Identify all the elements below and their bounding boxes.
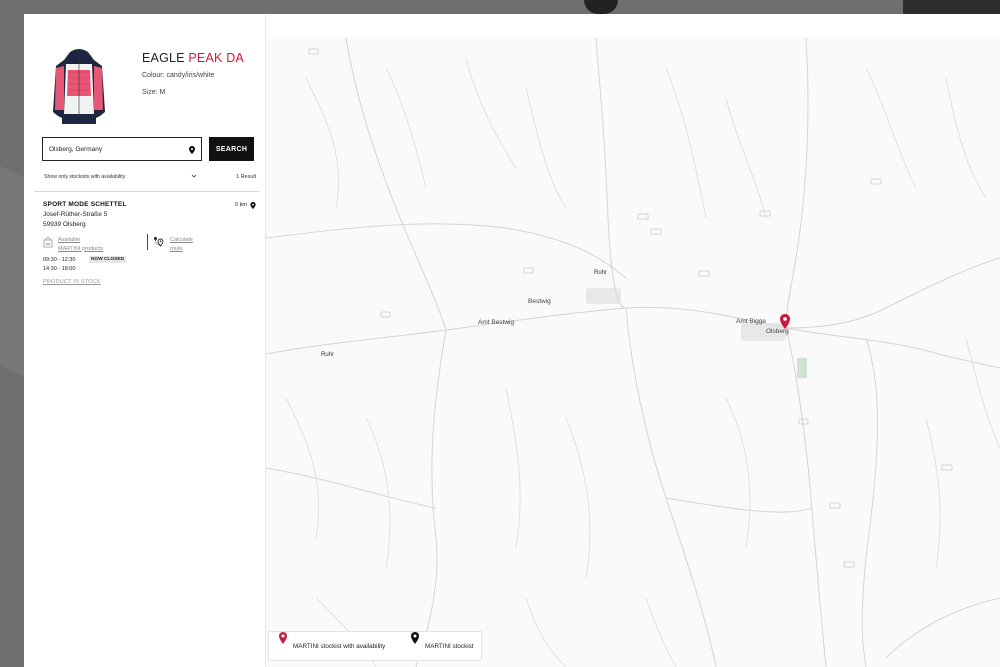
location-pin-icon <box>250 202 256 209</box>
map-canvas[interactable]: Bestwig Amt Bestwig Amt Bigge Olsberg Ru… <box>266 38 1000 667</box>
map-roads <box>266 38 1000 667</box>
map-legend: MARTINI stockist with availability MARTI… <box>268 631 482 661</box>
store-list-panel: EAGLE PEAK DA Colour: candy/iris/white S… <box>24 14 266 667</box>
route-icon[interactable] <box>153 236 164 248</box>
status-badge: NOW CLOSED <box>89 256 127 263</box>
available-line2[interactable]: MARTINI products <box>58 245 103 254</box>
brand-logo <box>584 0 618 14</box>
map-label-amt-bigge: Amt Bigge <box>736 318 766 325</box>
map-label-ruhr-left: Ruhr <box>321 352 334 358</box>
store-locator-modal: EAGLE PEAK DA Colour: candy/iris/white S… <box>24 14 1000 667</box>
product-title-part1: EAGLE <box>142 51 189 65</box>
product-colour: Colour: candy/iris/white <box>142 72 215 79</box>
availability-filter-label[interactable]: Show only stockists with availability <box>44 174 125 180</box>
product-title-part2: PEAK DA <box>188 51 244 65</box>
map-marker-icon <box>411 632 419 644</box>
product-in-stock-link[interactable]: PRODUCT IN STOCK <box>43 279 101 285</box>
store-bag-icon <box>43 237 53 248</box>
map-label-olsberg: Olsberg <box>766 328 789 335</box>
store-city: 59939 Olsberg <box>43 221 86 228</box>
product-title: EAGLE PEAK DA <box>142 51 244 65</box>
location-search-input[interactable] <box>49 139 184 160</box>
chevron-down-icon[interactable] <box>191 173 197 179</box>
opening-hours-row2: 14:30 - 18:00 <box>43 266 76 272</box>
opening-hours-row1: 09:30 - 12:30 <box>43 257 76 263</box>
location-search-field[interactable] <box>42 137 202 161</box>
search-button[interactable]: SEARCH <box>209 137 254 161</box>
available-products-link[interactable]: Available MARTINI products <box>58 236 103 253</box>
legend-with-availability: MARTINI stockist with availability <box>293 643 386 650</box>
product-size: Size: M <box>142 89 166 96</box>
available-line1[interactable]: Available <box>58 236 103 245</box>
legend-stockist: MARTINI stockist <box>425 643 474 650</box>
calculate-route-link[interactable]: Calculate route <box>170 236 193 253</box>
header-bar <box>903 0 1000 14</box>
store-street: Josef-Rüther-Straße 5 <box>43 211 108 218</box>
store-name[interactable]: SPORT MODE SCHETTEL <box>43 201 127 208</box>
store-distance: 0 km <box>235 202 247 208</box>
location-pin-icon[interactable] <box>189 146 195 154</box>
map-label-ruhr-mid: Ruhr <box>594 270 607 276</box>
map-label-amt-bestwig: Amt Bestwig <box>478 319 515 326</box>
vertical-divider <box>147 234 148 250</box>
route-line1[interactable]: Calculate <box>170 236 193 245</box>
map-marker-icon <box>279 632 287 644</box>
results-count: 1 Result <box>236 174 257 180</box>
map-label-bestwig: Bestwig <box>528 298 551 305</box>
product-image <box>53 49 105 124</box>
divider <box>34 191 259 192</box>
route-line2[interactable]: route <box>170 245 193 254</box>
map-view[interactable]: Bestwig Amt Bestwig Amt Bigge Olsberg Ru… <box>266 38 1000 667</box>
map-streams <box>285 57 1000 667</box>
